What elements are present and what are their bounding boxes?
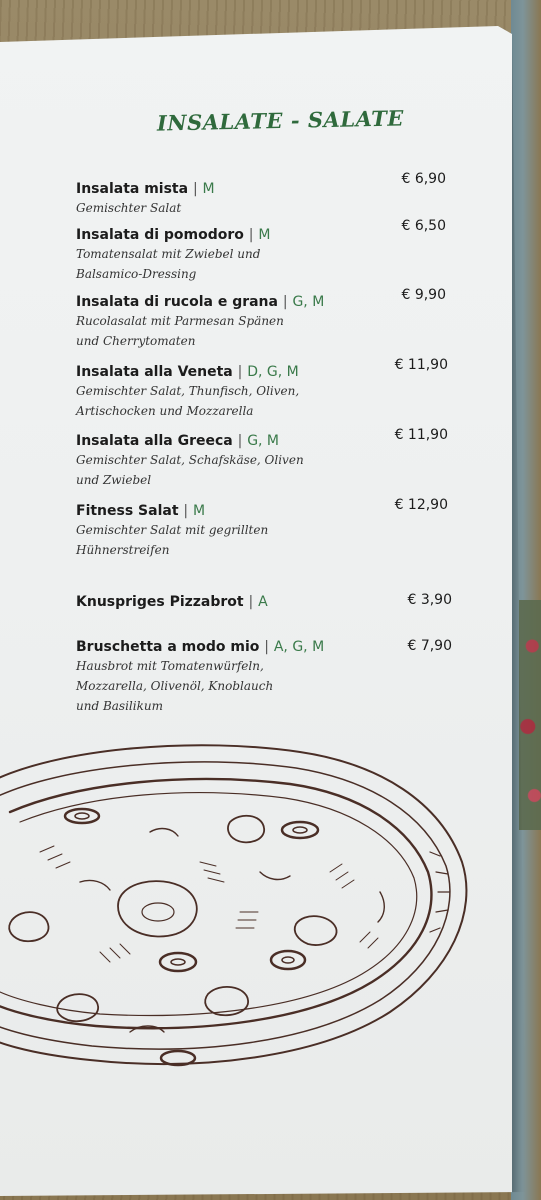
allergen-separator: |	[264, 639, 269, 655]
description-line: Hausbrot mit Tomatenwürfeln,	[76, 659, 264, 673]
menu-item-description: Gemischter Salat, Thunfisch, Oliven, Art…	[76, 381, 456, 421]
menu-item-description: Hausbrot mit Tomatenwürfeln, Mozzarella,…	[76, 656, 456, 716]
menu-item-name: Fitness Salat	[76, 503, 179, 519]
menu-item-allergens: D, G, M	[247, 364, 299, 380]
menu-item-description: Rucolasalat mit Parmesan Spänen und Cher…	[76, 311, 456, 351]
description-line: Rucolasalat mit Parmesan Spänen	[76, 314, 284, 328]
flower-decoration	[519, 600, 541, 830]
allergen-separator: |	[248, 227, 254, 243]
description-line: Gemischter Salat mit gegrillten	[76, 523, 269, 537]
description-line: und Zwiebel	[76, 473, 152, 487]
menu-item-allergens: A, G, M	[273, 639, 325, 655]
description-line: und Basilikum	[76, 699, 163, 713]
pizza-sketch-illustration	[0, 744, 468, 1067]
menu-item-description: Gemischter Salat, Schafskäse, Oliven und…	[76, 450, 456, 490]
menu-item: Insalata di pomodoro | M Tomatensalat mi…	[76, 227, 456, 284]
menu-item-allergens: M	[258, 227, 271, 243]
menu-item-name: Insalata di pomodoro	[76, 227, 244, 243]
description-line: Balsamico-Dressing	[76, 267, 197, 281]
allergen-separator: |	[192, 181, 198, 197]
description-line: Hühnerstreifen	[76, 543, 170, 557]
menu-item-description: Gemischter Salat	[76, 198, 456, 218]
description-line: Tomatensalat mit Zwiebel und	[76, 247, 261, 261]
menu-item-allergens: G, M	[292, 294, 325, 310]
menu-item-allergens: M	[193, 503, 206, 519]
menu-item-price: € 11,90	[394, 427, 448, 443]
menu-item-name: Knuspriges Pizzabrot	[76, 594, 244, 610]
menu-item-name: Insalata alla Greeca	[76, 433, 233, 449]
allergen-separator: |	[282, 294, 288, 310]
allergen-separator: |	[237, 433, 243, 449]
section-title: INSALATE - SALATE	[156, 105, 405, 136]
menu-item-name: Insalata alla Veneta	[76, 364, 233, 380]
allergen-separator: |	[237, 364, 243, 380]
menu-item-price: € 6,50	[401, 218, 446, 234]
menu-page: INSALATE - SALATE Insalata mista | M Gem…	[0, 26, 512, 1196]
menu-item-allergens: M	[202, 181, 215, 197]
menu-item-price: € 3,90	[407, 592, 452, 608]
menu-item-allergens: G, M	[247, 433, 280, 449]
allergen-separator: |	[248, 594, 254, 610]
menu-item-price: € 9,90	[401, 287, 446, 303]
menu-item-name: Insalata mista	[76, 181, 189, 197]
menu-item-allergens: A	[258, 594, 268, 610]
menu-item-description: Gemischter Salat mit gegrillten Hühnerst…	[76, 520, 456, 560]
description-line: Gemischter Salat	[76, 201, 182, 215]
menu-item-price: € 11,90	[394, 357, 448, 373]
description-line: Gemischter Salat, Schafskäse, Oliven	[76, 453, 304, 467]
menu-item-price: € 12,90	[394, 497, 448, 513]
menu-item-name: Bruschetta a modo mio	[76, 639, 260, 655]
menu-item-name: Insalata di rucola e grana	[76, 294, 278, 310]
description-line: und Cherrytomaten	[76, 334, 196, 348]
menu-item-price: € 6,90	[401, 171, 446, 187]
description-line: Artischocken und Mozzarella	[76, 404, 254, 418]
menu-item-description: Tomatensalat mit Zwiebel und Balsamico-D…	[76, 244, 456, 284]
description-line: Mozzarella, Olivenöl, Knoblauch	[76, 679, 274, 693]
allergen-separator: |	[183, 503, 189, 519]
description-line: Gemischter Salat, Thunfisch, Oliven,	[76, 384, 300, 398]
menu-item-price: € 7,90	[407, 638, 452, 654]
